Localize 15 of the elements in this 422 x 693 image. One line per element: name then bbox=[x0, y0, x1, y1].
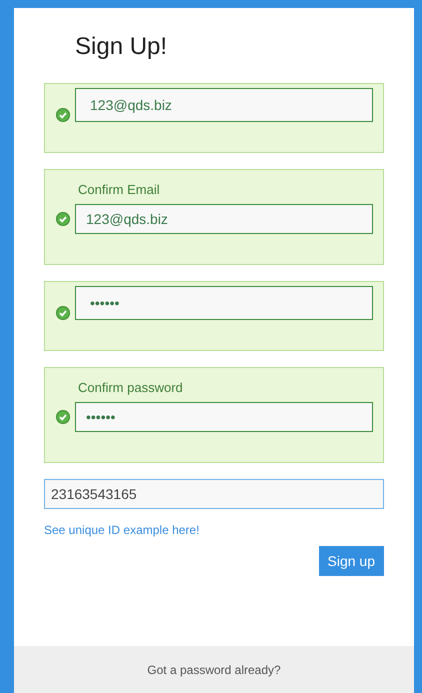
input-field[interactable]: 123@qds.biz bbox=[75, 204, 373, 234]
input-field[interactable]: •••••• bbox=[75, 286, 373, 320]
check-icon bbox=[56, 410, 70, 424]
sign-up-button[interactable]: Sign up bbox=[318, 546, 384, 576]
check-icon bbox=[56, 306, 70, 320]
login-prompt[interactable]: Got a password already? bbox=[147, 662, 281, 676]
field-label: Confirm password bbox=[78, 380, 184, 396]
input-field[interactable]: •••••• bbox=[75, 402, 373, 432]
page-title: Sign Up! bbox=[74, 32, 168, 62]
check-icon bbox=[56, 108, 70, 122]
example-link[interactable]: See unique ID example here! bbox=[44, 523, 200, 537]
input-field[interactable]: 23163543165 bbox=[44, 479, 384, 509]
check-icon bbox=[56, 212, 70, 226]
input-field[interactable]: 123@qds.biz bbox=[75, 88, 373, 122]
field-label: Confirm Email bbox=[78, 182, 161, 198]
